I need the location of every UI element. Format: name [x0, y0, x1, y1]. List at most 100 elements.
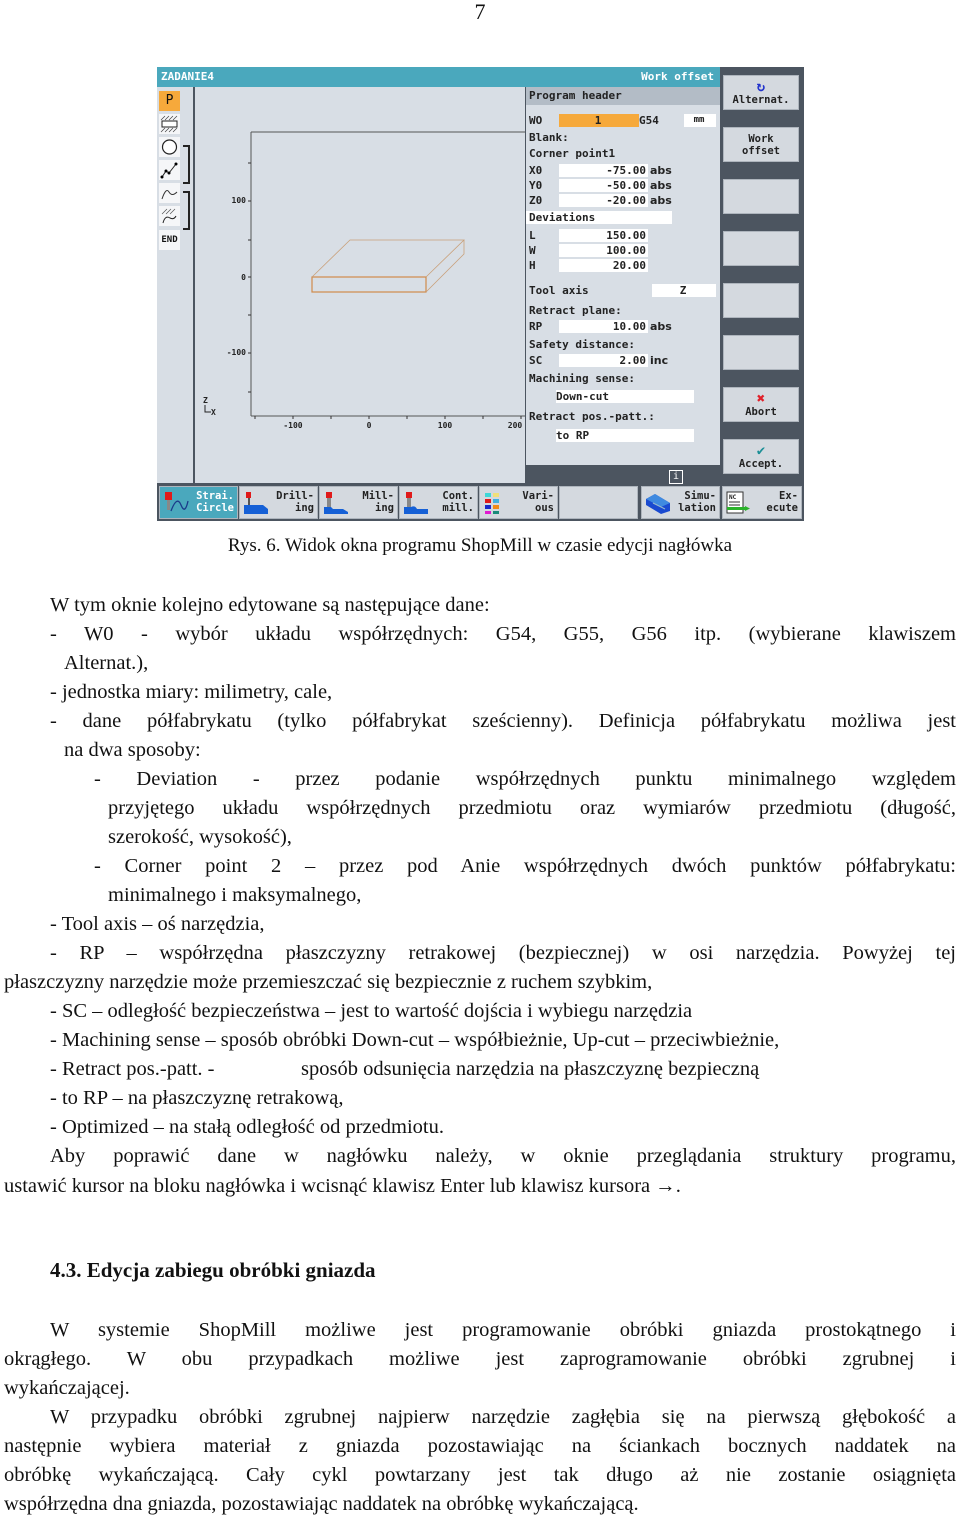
rp-field[interactable]: 10.00 — [559, 320, 648, 333]
paragraph-line: następnie wybiera materiał z gniazda poz… — [4, 1435, 956, 1457]
softkey-label: Circle — [196, 502, 234, 514]
toggle-cycle-icon: ↻ — [756, 78, 766, 95]
paragraph-line: minimalnego i maksymalnego, — [108, 884, 362, 906]
softkey-label: Mill- — [362, 490, 394, 502]
empty-softkey[interactable] — [723, 231, 799, 266]
paragraph-line: - Corner point 2 – przez pod Anie współr… — [94, 855, 956, 877]
length-field[interactable]: 150.00 — [559, 229, 648, 242]
retract-pattern-field[interactable]: to RP — [556, 429, 694, 442]
paragraph-line: ustawić kursor na bloku nagłówka i wcisn… — [4, 1175, 681, 1197]
accept-softkey[interactable]: ✔ Accept. — [723, 439, 799, 474]
softkey-label: Alternat. — [732, 93, 790, 106]
alternat-softkey[interactable]: ↻ Alternat. — [723, 75, 799, 110]
paragraph-line: wykańczającej. — [4, 1377, 130, 1399]
paragraph-line: W tym oknie kolejno edytowane są następu… — [50, 594, 490, 616]
paragraph-line: - W0 - wybór układu współrzędnych: G54, … — [50, 623, 956, 645]
softkey-label: Abort — [745, 405, 777, 418]
safety-distance-label: Safety distance: — [529, 338, 635, 351]
sc-field[interactable]: 2.00 — [559, 354, 648, 367]
contour-milling-softkey[interactable]: Cont. mill. — [399, 486, 478, 519]
tool-axis-field[interactable]: Z — [652, 284, 716, 297]
milling-softkey[interactable]: Mill-ing — [319, 486, 398, 519]
empty-softkey[interactable] — [723, 179, 799, 214]
blank-preview-graph: 100 0 -100 -100 0 100 200 Z X — [203, 131, 525, 430]
nc-execute-icon: NC — [726, 491, 750, 514]
w0-field[interactable]: 1 — [559, 114, 639, 127]
y-tick-label: 0 — [241, 273, 246, 282]
paragraph-line: - Tool axis – oś narzędzia, — [50, 913, 265, 935]
empty-softkey[interactable] — [559, 486, 638, 519]
paragraph-line: - Deviation - przez podanie współrzędnyc… — [94, 768, 956, 790]
paragraph-line: sposób odsunięcia narzędzia na płaszczyz… — [301, 1058, 760, 1080]
straight-circle-icon — [165, 492, 189, 512]
y0-label: Y0 — [529, 179, 543, 192]
drilling-softkey[interactable]: Drill-ing — [239, 486, 318, 519]
axis-x-label: X — [211, 408, 216, 417]
paragraph-line: - SC – odległość bezpieczeństwa – jest t… — [50, 1000, 693, 1022]
width-field[interactable]: 100.00 — [559, 244, 648, 257]
graphic-pane: P END 100 0 -100 -100 0 100 200 Z X — [157, 87, 525, 483]
empty-softkey[interactable] — [723, 335, 799, 370]
paragraph-line: obróbkę wykańczającą. Cały cykl powtarza… — [4, 1464, 956, 1486]
rp-unit: abs — [650, 320, 672, 333]
paragraph-line: - Machining sense – sposób obróbki Down-… — [50, 1029, 780, 1051]
paragraph-line: - RP – współrzędna płaszczyzny retrakowe… — [50, 942, 956, 964]
various-softkey[interactable]: Vari-ous — [479, 486, 558, 519]
paragraph-line: płaszczyzny narzędzie może przemieszczać… — [4, 971, 653, 993]
paragraph-line: - to RP – na płaszczyznę retrakową, — [50, 1087, 344, 1109]
empty-softkey[interactable] — [723, 283, 799, 318]
width-label: W — [529, 244, 536, 257]
x-tick-label: 100 — [438, 421, 453, 430]
shopmill-screen: ZADANIE4 Work offset P END 100 0 -100 -1… — [157, 67, 804, 521]
blank-workpiece — [311, 239, 465, 293]
paragraph-line: W przypadku obróbki zgrubnej najpierw na… — [50, 1406, 956, 1428]
blank-label: Blank: — [529, 131, 569, 144]
program-name: ZADANIE4 — [161, 70, 214, 83]
softkey-label: Ex- — [779, 490, 798, 502]
horizontal-softkey-bar: Strai. Circle Drill-ing Mill-ing Cont. mil… — [157, 486, 804, 521]
contour-milling-icon — [404, 492, 428, 514]
softkey-label: Accept. — [738, 457, 784, 470]
x-icon: ✖ — [756, 390, 766, 407]
unit-field[interactable]: mm — [684, 114, 716, 127]
machining-sense-field[interactable]: Down-cut — [556, 390, 694, 403]
rp-label: RP — [529, 320, 543, 333]
corner-point-label: Corner point1 — [529, 147, 616, 160]
softkey-label: lation — [678, 502, 716, 514]
svg-text:NC: NC — [729, 494, 737, 501]
figure-caption: Rys. 6. Widok okna programu ShopMill w c… — [227, 535, 733, 556]
info-icon[interactable]: i — [669, 470, 683, 484]
paragraph-line: - Retract pos.-patt. - — [50, 1058, 215, 1080]
height-field[interactable]: 20.00 — [559, 259, 648, 272]
page-number: 7 — [474, 0, 486, 24]
softkey-label: offset — [742, 144, 780, 157]
tool-axis-label: Tool axis — [529, 284, 589, 297]
abort-softkey[interactable]: ✖ Abort — [723, 387, 799, 422]
softkey-label: ecute — [766, 502, 798, 514]
softkey-label: ing — [375, 502, 394, 514]
retract-plane-label: Retract plane: — [529, 304, 622, 317]
x0-field[interactable]: -75.00 — [559, 164, 648, 177]
simulation-softkey[interactable]: Simu-lation — [641, 486, 720, 519]
y-tick-label: -100 — [227, 348, 246, 357]
paragraph-line: - jednostka miary: milimetry, cale, — [50, 681, 333, 703]
paragraph-line: - Optimized – na stałą odległość od prze… — [50, 1116, 444, 1138]
x-tick-label: 0 — [367, 421, 372, 430]
height-label: H — [529, 259, 536, 272]
various-icon — [485, 493, 499, 514]
y0-field[interactable]: -50.00 — [559, 179, 648, 192]
section-heading: 4.3. Edycja zabiegu obróbki gniazda — [50, 1258, 376, 1282]
paragraph-line: współrzędna dna gniazda, pozostawiając n… — [4, 1493, 639, 1515]
z0-field[interactable]: -20.00 — [559, 194, 648, 207]
form-header: Program header — [526, 87, 720, 105]
x0-label: X0 — [529, 164, 543, 177]
straight-circle-softkey[interactable]: Strai. Circle — [159, 486, 238, 519]
mode-label: Work offset — [641, 70, 714, 83]
execute-softkey[interactable]: NC Ex-ecute — [722, 486, 802, 519]
simulation-icon — [646, 494, 670, 514]
softkey-label: Strai. — [196, 490, 234, 502]
paragraph-line: Alternat.), — [64, 652, 149, 674]
blank-mode-field[interactable]: Deviations — [526, 211, 672, 224]
work-offset-softkey[interactable]: Work offset — [723, 127, 799, 162]
w0-g-code: G54 — [639, 114, 659, 127]
